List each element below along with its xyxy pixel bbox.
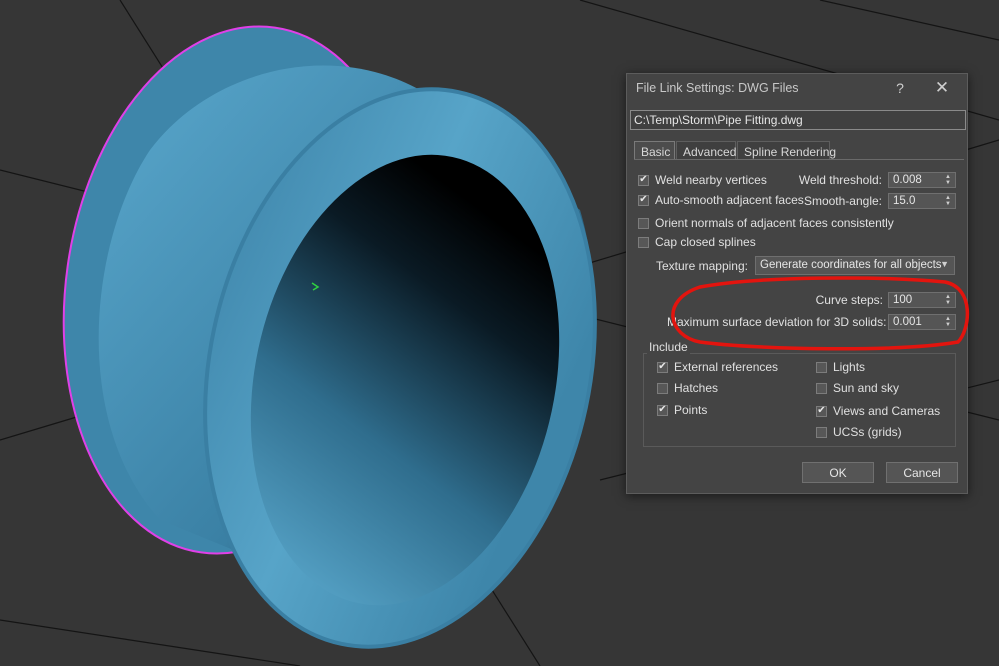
spinner-arrows-icon[interactable]: ▲ ▼	[945, 173, 953, 187]
chevron-down-icon: ▼	[940, 259, 949, 269]
points-option[interactable]: Points	[657, 401, 707, 419]
cancel-button[interactable]: Cancel	[886, 462, 958, 483]
curve-steps-value: 100	[893, 294, 913, 306]
texture-mapping-value: Generate coordinates for all objects	[760, 259, 942, 271]
hatches-option[interactable]: Hatches	[657, 379, 718, 397]
curve-steps-spinner[interactable]: 100 ▲ ▼	[888, 292, 956, 308]
hatches-label: Hatches	[674, 381, 719, 395]
sun-and-sky-option[interactable]: Sun and sky	[816, 379, 899, 397]
weld-threshold-value: 0.008	[893, 174, 922, 186]
spinner-arrows-icon[interactable]: ▲ ▼	[945, 315, 953, 329]
lights-option[interactable]: Lights	[816, 358, 865, 376]
max-surface-deviation-value: 0.001	[893, 316, 922, 328]
lights-label: Lights	[833, 360, 866, 374]
tab-advanced[interactable]: Advanced	[676, 141, 736, 160]
orient-normals-option[interactable]: Orient normals of adjacent faces consist…	[638, 214, 894, 232]
max-surface-deviation-spinner[interactable]: 0.001 ▲ ▼	[888, 314, 956, 330]
weld-nearby-vertices-checkbox[interactable]	[638, 174, 649, 186]
smooth-angle-value: 15.0	[893, 195, 916, 207]
views-and-cameras-option[interactable]: Views and Cameras	[816, 402, 940, 420]
texture-mapping-label: Texture mapping:	[655, 259, 748, 273]
weld-threshold-label: Weld threshold:	[798, 173, 882, 187]
weld-nearby-vertices-label: Weld nearby vertices	[655, 173, 767, 187]
help-button[interactable]: ?	[881, 76, 919, 100]
ucss-checkbox[interactable]	[816, 426, 827, 438]
dialog-title: File Link Settings: DWG Files	[636, 81, 799, 95]
file-link-settings-dialog: File Link Settings: DWG Files ? ✕ C:\Tem…	[626, 73, 968, 494]
orient-normals-checkbox[interactable]	[638, 217, 649, 229]
sun-and-sky-checkbox[interactable]	[816, 382, 827, 394]
cap-closed-splines-option[interactable]: Cap closed splines	[638, 233, 756, 251]
auto-smooth-checkbox[interactable]	[638, 194, 649, 206]
weld-nearby-vertices-option[interactable]: Weld nearby vertices	[638, 171, 767, 189]
smooth-angle-label: Smooth-angle:	[803, 194, 882, 208]
views-and-cameras-checkbox[interactable]	[816, 405, 827, 417]
close-icon[interactable]: ✕	[923, 76, 961, 100]
sun-and-sky-label: Sun and sky	[833, 381, 900, 395]
curve-steps-label: Curve steps:	[815, 293, 883, 307]
tab-spline-rendering[interactable]: Spline Rendering	[737, 141, 836, 160]
file-path-field[interactable]: C:\Temp\Storm\Pipe Fitting.dwg	[630, 110, 966, 130]
texture-mapping-dropdown[interactable]: Generate coordinates for all objects ▼	[755, 256, 955, 275]
points-checkbox[interactable]	[657, 404, 668, 416]
external-references-checkbox[interactable]	[657, 361, 668, 373]
orient-normals-label: Orient normals of adjacent faces consist…	[655, 216, 894, 230]
tab-basic[interactable]: Basic	[634, 141, 675, 160]
cap-closed-splines-checkbox[interactable]	[638, 236, 649, 248]
ok-button[interactable]: OK	[802, 462, 874, 483]
include-group-title: Include	[647, 340, 690, 354]
spinner-arrows-icon[interactable]: ▲ ▼	[945, 194, 953, 208]
external-references-option[interactable]: External references	[657, 358, 778, 376]
auto-smooth-label: Auto-smooth adjacent faces	[655, 193, 804, 207]
ucss-option[interactable]: UCSs (grids)	[816, 423, 902, 441]
points-label: Points	[674, 403, 708, 417]
dialog-titlebar[interactable]: File Link Settings: DWG Files ? ✕	[627, 74, 967, 102]
auto-smooth-option[interactable]: Auto-smooth adjacent faces	[638, 191, 804, 209]
ucss-label: UCSs (grids)	[833, 425, 902, 439]
hatches-checkbox[interactable]	[657, 382, 668, 394]
smooth-angle-spinner[interactable]: 15.0 ▲ ▼	[888, 193, 956, 209]
spinner-arrows-icon[interactable]: ▲ ▼	[945, 293, 953, 307]
external-references-label: External references	[674, 360, 779, 374]
tab-divider	[634, 159, 964, 160]
max-surface-deviation-label: Maximum surface deviation for 3D solids:	[667, 315, 887, 329]
cap-closed-splines-label: Cap closed splines	[655, 235, 756, 249]
views-and-cameras-label: Views and Cameras	[833, 404, 941, 418]
weld-threshold-spinner[interactable]: 0.008 ▲ ▼	[888, 172, 956, 188]
lights-checkbox[interactable]	[816, 361, 827, 373]
